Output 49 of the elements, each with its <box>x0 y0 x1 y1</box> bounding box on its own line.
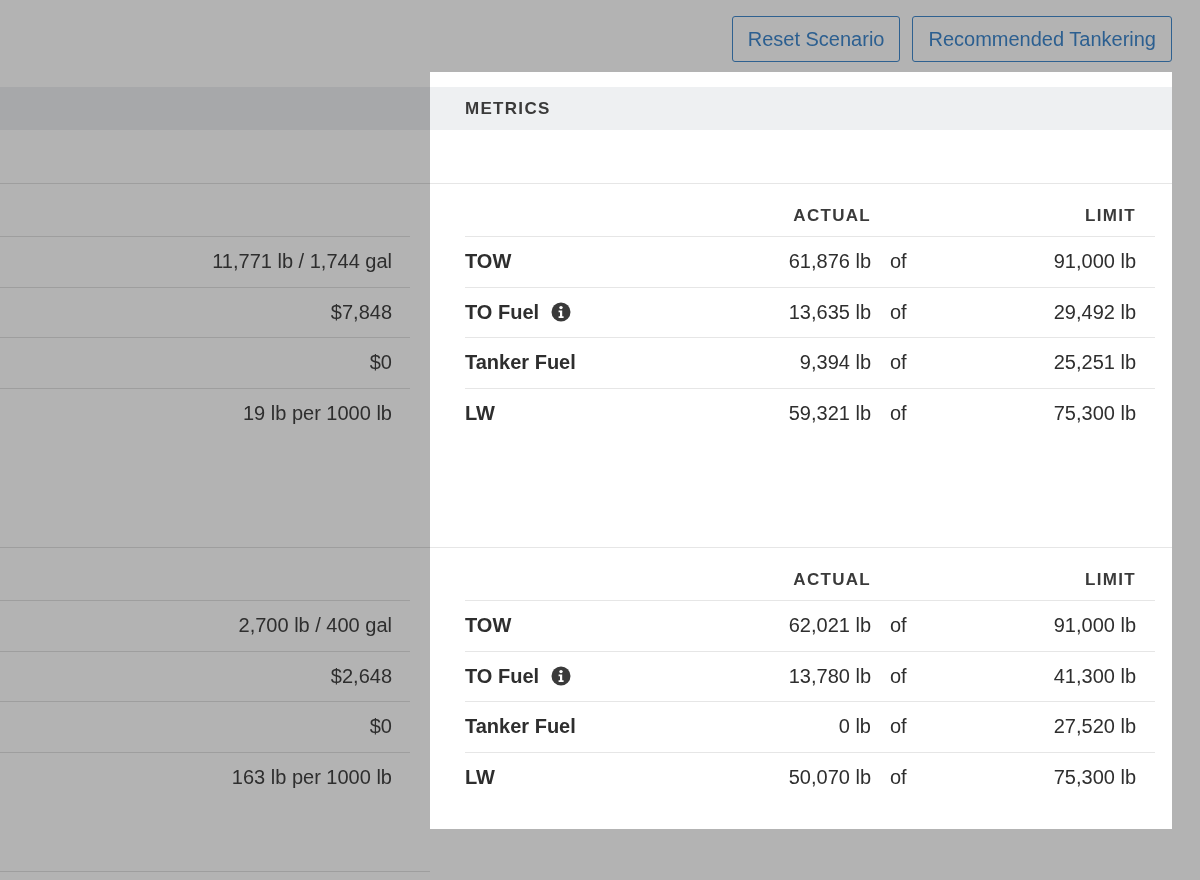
limit-value: 75,300 lb <box>1053 401 1136 424</box>
actual-value: 59,321 lb <box>788 401 871 424</box>
column-header: ACTUAL <box>793 570 871 589</box>
actual-value: 9,394 lb <box>799 351 871 374</box>
metrics-header: METRICS <box>430 87 1172 130</box>
column-header: LIMIT <box>1085 206 1136 225</box>
summary-value: $2,648 <box>330 664 392 688</box>
of-label: of <box>890 300 907 323</box>
metric-label: Tanker Fuel <box>465 351 576 375</box>
summary-value: $0 <box>369 715 392 739</box>
of-label: of <box>890 401 907 424</box>
actual-value: 0 lb <box>838 715 871 738</box>
metric-label: LW <box>465 765 495 789</box>
limit-value: 91,000 lb <box>1053 614 1136 637</box>
summary-value: 163 lb per 1000 lb <box>231 765 392 789</box>
limit-value: 25,251 lb <box>1053 351 1136 374</box>
of-label: of <box>890 614 907 637</box>
of-label: of <box>890 664 907 687</box>
summary-value: 2,700 lb / 400 gal <box>238 614 392 638</box>
limit-value: 27,520 lb <box>1053 715 1136 738</box>
toolbar-button[interactable]: Reset Scenario <box>731 16 901 62</box>
actual-value: 13,635 lb <box>788 300 871 323</box>
limit-value: 41,300 lb <box>1053 664 1136 687</box>
of-label: of <box>890 715 907 738</box>
summary-value: 11,771 lb / 1,744 gal <box>212 250 392 274</box>
info-icon[interactable] <box>551 302 572 323</box>
limit-value: 91,000 lb <box>1053 250 1136 273</box>
actual-value: 61,876 lb <box>788 250 871 273</box>
metric-label: TOW <box>465 614 512 638</box>
limit-value: 75,300 lb <box>1053 765 1136 788</box>
actual-value: 50,070 lb <box>788 765 871 788</box>
limit-value: 29,492 lb <box>1053 300 1136 323</box>
of-label: of <box>890 250 907 273</box>
toolbar-button[interactable]: Recommended Tankering <box>912 16 1172 62</box>
metric-label: LW <box>465 401 495 425</box>
summary-value: 19 lb per 1000 lb <box>243 401 392 425</box>
metric-label: TO Fuel <box>465 300 540 324</box>
info-icon[interactable] <box>551 666 572 687</box>
summary-value: $7,848 <box>330 300 392 324</box>
metric-label: TOW <box>465 250 512 274</box>
of-label: of <box>890 351 907 374</box>
column-header: ACTUAL <box>793 206 871 225</box>
column-header: LIMIT <box>1085 570 1136 589</box>
of-label: of <box>890 765 907 788</box>
summary-value: $0 <box>369 351 392 375</box>
metric-label: Tanker Fuel <box>465 715 576 739</box>
actual-value: 62,021 lb <box>788 614 871 637</box>
metric-label: TO Fuel <box>465 664 540 688</box>
actual-value: 13,780 lb <box>788 664 871 687</box>
